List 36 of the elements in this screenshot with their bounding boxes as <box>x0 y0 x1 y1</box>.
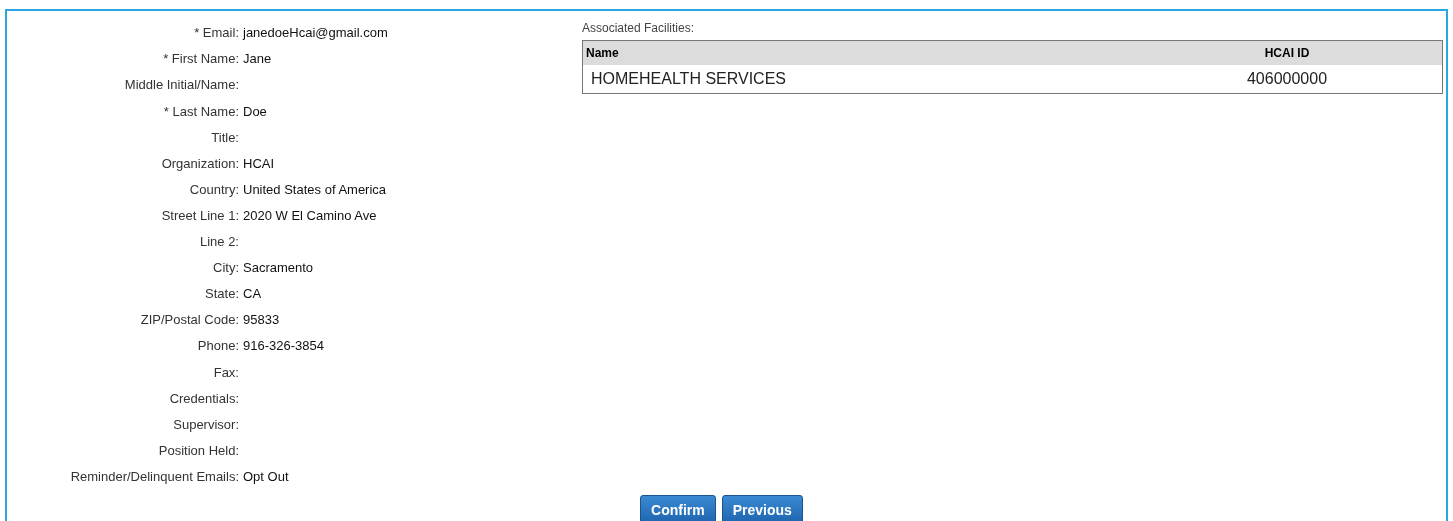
column-header: Name <box>585 45 620 62</box>
field-label: Reminder/Delinquent Emails: <box>69 467 239 486</box>
field-value: janedoeHcai@gmail.com <box>243 24 388 43</box>
field-label: Fax: <box>212 363 239 382</box>
field-label: * First Name: <box>162 50 239 69</box>
field-label: Country: <box>188 180 239 199</box>
field-label: Title: <box>210 128 239 147</box>
field-value: United States of America <box>243 180 387 199</box>
field-label: City: <box>212 259 239 278</box>
field-label: Phone: <box>196 337 239 356</box>
field-label: Middle Initial/Name: <box>123 76 239 95</box>
field-label: Credentials: <box>168 389 239 408</box>
action-button[interactable]: Confirm <box>640 494 716 521</box>
action-button[interactable]: Previous <box>721 494 803 521</box>
field-label: State: <box>204 285 239 304</box>
field-label: Organization: <box>160 154 239 173</box>
field-label: Supervisor: <box>172 415 239 434</box>
field-label: ZIP/Postal Code: <box>139 311 239 330</box>
table-cell-text: 406000000 <box>1245 69 1329 89</box>
field-label: Position Held: <box>157 441 239 460</box>
field-value: 916-326-3854 <box>243 337 324 356</box>
table-cell-text: HOMEHEALTH SERVICES <box>590 69 787 89</box>
field-value: Opt Out <box>243 467 289 486</box>
field-value: Sacramento <box>243 259 314 278</box>
field-label: * Last Name: <box>162 102 239 121</box>
field-label: Street Line 1: <box>160 206 239 225</box>
field-value: 95833 <box>243 311 280 330</box>
field-value: Doe <box>243 102 267 121</box>
field-value: HCAI <box>243 154 275 173</box>
field-value: CA <box>243 285 262 304</box>
field-value: 2020 W El Camino Ave <box>243 206 377 225</box>
field-label: * Email: <box>193 24 239 43</box>
field-value: Jane <box>243 50 272 69</box>
column-header: HCAI ID <box>1263 45 1311 62</box>
field-label: Line 2: <box>198 233 239 252</box>
section-title: Associated Facilities: <box>582 20 695 37</box>
